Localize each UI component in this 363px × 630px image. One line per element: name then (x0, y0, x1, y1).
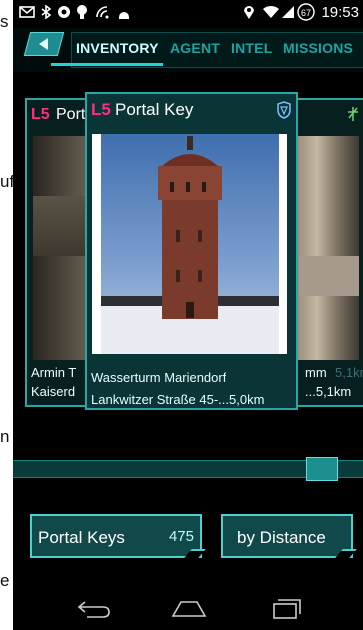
button-corner-decoration (184, 549, 206, 558)
portal-name: Armin T (31, 365, 77, 380)
resonator-icon (348, 107, 358, 121)
battery-icon: 67 (297, 3, 315, 21)
battery-level: 67 (301, 8, 311, 18)
shield-key-icon (277, 101, 291, 119)
location-icon (244, 6, 254, 19)
mail-icon (19, 6, 35, 18)
back-arrow-icon (39, 38, 48, 50)
app-notification-icon (58, 6, 70, 18)
tab-agent[interactable]: AGENT (170, 40, 220, 56)
portal-key-card[interactable]: L5 Portal Key Wasserturm Mariendorf Lank… (85, 92, 298, 410)
app-notification-icon (77, 5, 87, 19)
portal-photo-frame (92, 134, 287, 354)
status-bar: 67 19:53 (13, 0, 363, 26)
portal-distance-fragment: 5,1km (335, 365, 363, 380)
filter-label: Portal Keys (38, 528, 125, 547)
wifi-icon (263, 5, 279, 18)
background-text-fragment: s (0, 12, 9, 31)
phone-screen: 67 19:53 INVENTORY AGENT INTEL MISSIONS … (13, 0, 363, 630)
card-title: Port (56, 106, 86, 123)
cell-signal-icon (282, 6, 294, 18)
item-filter-button[interactable]: Portal Keys 475 (30, 514, 206, 558)
back-nav-icon[interactable] (77, 598, 111, 618)
background-text-fragment: n (0, 427, 10, 446)
portal-photo (289, 136, 359, 360)
item-count: 475 (168, 528, 194, 545)
tab-missions[interactable]: MISSIONS (283, 40, 353, 56)
portal-level: L5 (91, 100, 111, 119)
active-tab-indicator (51, 63, 163, 66)
sort-label: by Distance (237, 528, 326, 547)
portal-address: Kaiserd (31, 384, 76, 399)
ingress-nav-bar: INVENTORY AGENT INTEL MISSIONS (13, 28, 363, 72)
button-corner-decoration (335, 549, 357, 558)
bluetooth-icon (41, 5, 52, 19)
recent-apps-nav-icon[interactable] (272, 598, 302, 620)
portal-address-distance: Lankwitzer Straße 45-...5,0km (91, 392, 265, 407)
tab-inventory[interactable]: INVENTORY (76, 40, 159, 56)
slider-thumb[interactable] (306, 457, 338, 481)
sort-button[interactable]: by Distance (221, 514, 357, 558)
portal-name-fragment: mm (305, 365, 327, 380)
portal-name: Wasserturm Mariendorf (91, 370, 227, 385)
back-button[interactable] (23, 32, 65, 56)
portal-level: L5 (31, 106, 50, 123)
water-tower-photo (101, 134, 279, 354)
home-nav-icon[interactable] (171, 598, 207, 618)
background-text-fragment: e (0, 571, 10, 590)
android-icon (119, 12, 129, 19)
status-clock: 19:53 (321, 4, 359, 21)
card-title: Portal Key (115, 100, 194, 119)
signal-wave-icon (96, 6, 109, 19)
portal-address-fragment: ...5,1km (305, 384, 352, 399)
tab-intel[interactable]: INTEL (231, 40, 272, 56)
